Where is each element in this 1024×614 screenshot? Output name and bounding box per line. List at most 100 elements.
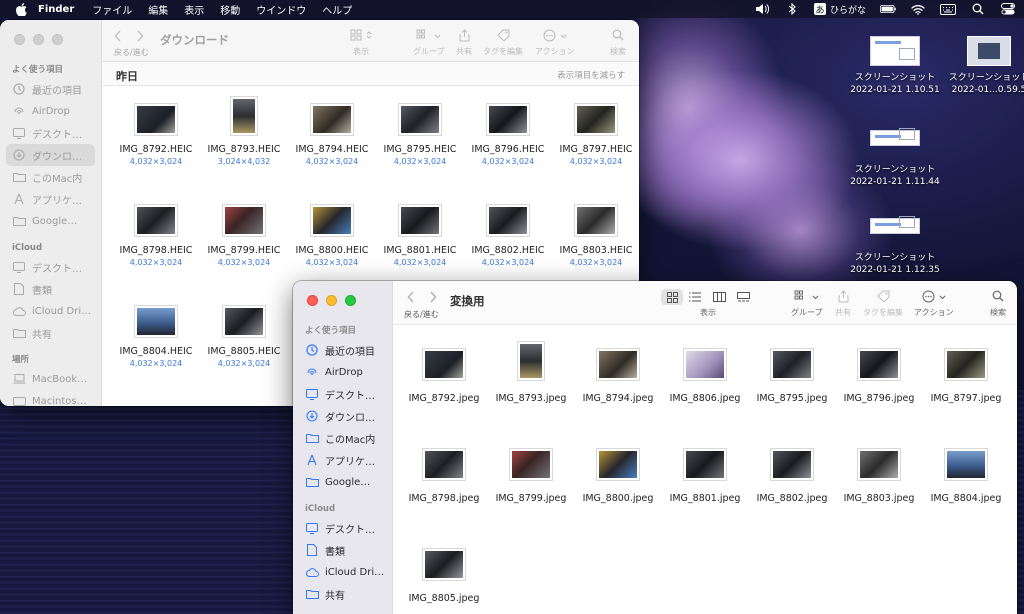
battery-icon[interactable] bbox=[880, 2, 896, 16]
sidebar-item-shared[interactable]: 共有 bbox=[293, 583, 392, 605]
file-item[interactable]: IMG_8806.jpeg bbox=[661, 337, 749, 404]
file-item[interactable]: IMG_8794.HEIC 4,032×3,024 bbox=[288, 96, 376, 166]
group-button[interactable]: グループ bbox=[791, 289, 823, 318]
zoom-button[interactable] bbox=[345, 295, 356, 306]
file-item[interactable]: IMG_8795.HEIC 4,032×3,024 bbox=[376, 96, 464, 166]
sidebar-item-macintosh-hd[interactable]: Macintos… bbox=[0, 390, 101, 406]
sidebar-item-applications[interactable]: アプリケ… bbox=[293, 449, 392, 471]
menu-edit[interactable]: 編集 bbox=[148, 2, 168, 17]
file-item[interactable]: IMG_8802.HEIC 4,032×3,024 bbox=[464, 197, 552, 267]
back-chevron-icon[interactable] bbox=[407, 291, 415, 306]
file-item[interactable]: IMG_8802.jpeg bbox=[748, 437, 836, 504]
file-item[interactable]: IMG_8805.HEIC 4,032×3,024 bbox=[200, 298, 288, 368]
group-button[interactable]: グループ bbox=[413, 28, 445, 57]
sidebar-item-recents[interactable]: 最近の項目 bbox=[0, 78, 101, 100]
input-method-menu[interactable]: あ ひらがな bbox=[813, 3, 866, 16]
sidebar-item-airdrop[interactable]: AirDrop bbox=[0, 100, 101, 122]
search-button[interactable]: 検索 bbox=[990, 289, 1006, 318]
apple-menu-icon[interactable] bbox=[14, 2, 28, 16]
file-item[interactable]: IMG_8798.HEIC 4,032×3,024 bbox=[112, 197, 200, 267]
sidebar-item-desktop[interactable]: デスクト… bbox=[293, 383, 392, 405]
file-item[interactable]: IMG_8799.HEIC 4,032×3,024 bbox=[200, 197, 288, 267]
file-item[interactable]: IMG_8796.HEIC 4,032×3,024 bbox=[464, 96, 552, 166]
volume-icon[interactable] bbox=[754, 2, 770, 16]
menu-file[interactable]: ファイル bbox=[92, 2, 132, 17]
back-chevron-icon[interactable] bbox=[114, 30, 122, 45]
share-button[interactable]: 共有 bbox=[835, 289, 851, 318]
file-item[interactable]: IMG_8797.jpeg bbox=[922, 337, 1010, 404]
sidebar-item-recents[interactable]: 最近の項目 bbox=[293, 339, 392, 361]
file-item[interactable]: IMG_8804.jpeg bbox=[922, 437, 1010, 504]
file-item[interactable]: IMG_8798.jpeg bbox=[400, 437, 488, 504]
file-item[interactable]: IMG_8793.jpeg bbox=[487, 337, 575, 404]
share-button[interactable]: 共有 bbox=[456, 28, 472, 57]
file-item[interactable]: IMG_8803.HEIC 4,032×3,024 bbox=[552, 197, 639, 267]
menu-view[interactable]: 表示 bbox=[184, 2, 204, 17]
menu-help[interactable]: ヘルプ bbox=[322, 2, 352, 17]
sidebar-item-icloud-desktop[interactable]: デスクト… bbox=[0, 256, 101, 278]
file-item[interactable]: IMG_8793.HEIC 3,024×4,032 bbox=[200, 96, 288, 166]
desktop-screenshot-2[interactable]: スクリーンショット 2022-01...0.59.5 bbox=[934, 36, 1024, 96]
sidebar-item-icloud-drive[interactable]: iCloud Dri… bbox=[293, 561, 392, 583]
view-switcher[interactable]: 表示 bbox=[661, 289, 755, 318]
minimize-button[interactable] bbox=[326, 295, 337, 306]
file-item[interactable]: IMG_8796.jpeg bbox=[835, 337, 923, 404]
action-button[interactable]: アクション bbox=[535, 28, 575, 57]
file-item[interactable]: IMG_8801.HEIC 4,032×3,024 bbox=[376, 197, 464, 267]
file-item[interactable]: IMG_8792.HEIC 4,032×3,024 bbox=[112, 96, 200, 166]
file-item[interactable]: IMG_8797.HEIC 4,032×3,024 bbox=[552, 96, 639, 166]
sidebar-item-this-mac[interactable]: このMac内 bbox=[0, 166, 101, 188]
sidebar-item-icloud-desktop[interactable]: デスクト… bbox=[293, 517, 392, 539]
desktop-screenshot-4[interactable]: スクリーンショット 2022-01-21 1.12.35 bbox=[840, 216, 950, 276]
sidebar-item-documents[interactable]: 書類 bbox=[293, 539, 392, 561]
sidebar-item-icloud-drive[interactable]: iCloud Dri… bbox=[0, 300, 101, 322]
view-toggle[interactable]: 表示 bbox=[350, 28, 372, 57]
minimize-button[interactable] bbox=[33, 34, 44, 45]
file-item[interactable]: IMG_8794.jpeg bbox=[574, 337, 662, 404]
sidebar-item-google[interactable]: Google… bbox=[0, 210, 101, 232]
column-view-icon[interactable] bbox=[707, 289, 731, 305]
forward-chevron-icon[interactable] bbox=[136, 30, 144, 45]
file-item[interactable]: IMG_8792.jpeg bbox=[400, 337, 488, 404]
file-item[interactable]: IMG_8795.jpeg bbox=[748, 337, 836, 404]
file-item[interactable]: IMG_8804.HEIC 4,032×3,024 bbox=[112, 298, 200, 368]
finder-window-convert[interactable]: よく使う項目 最近の項目 AirDrop デスクト… ダウンロ… このMac内 … bbox=[293, 281, 1017, 614]
file-item[interactable]: IMG_8800.jpeg bbox=[574, 437, 662, 504]
close-button[interactable] bbox=[307, 295, 318, 306]
file-item[interactable]: IMG_8805.jpeg bbox=[400, 537, 488, 604]
sidebar-item-google[interactable]: Google… bbox=[293, 471, 392, 493]
wifi-icon[interactable] bbox=[910, 2, 926, 16]
menu-go[interactable]: 移動 bbox=[220, 2, 240, 17]
desktop-screenshot-3[interactable]: スクリーンショット 2022-01-21 1.11.44 bbox=[840, 128, 950, 188]
spotlight-search-icon[interactable] bbox=[970, 2, 986, 16]
search-button[interactable]: 検索 bbox=[610, 28, 626, 57]
gallery-view-icon[interactable] bbox=[731, 289, 755, 305]
action-button[interactable]: アクション bbox=[914, 289, 954, 318]
file-item[interactable]: IMG_8799.jpeg bbox=[487, 437, 575, 504]
file-item[interactable]: IMG_8801.jpeg bbox=[661, 437, 749, 504]
sidebar-item-desktop[interactable]: デスクト… bbox=[0, 122, 101, 144]
sidebar-item-documents[interactable]: 書類 bbox=[0, 278, 101, 300]
control-center-icon[interactable] bbox=[1000, 2, 1016, 16]
tags-button[interactable]: タグを編集 bbox=[483, 28, 523, 57]
tags-button[interactable]: タグを編集 bbox=[863, 289, 903, 318]
sidebar-item-downloads[interactable]: ダウンロ… bbox=[293, 405, 392, 427]
keyboard-icon[interactable] bbox=[940, 2, 956, 16]
sidebar-item-this-mac[interactable]: このMac内 bbox=[293, 427, 392, 449]
sidebar-item-macbook[interactable]: MacBook… bbox=[0, 368, 101, 390]
menu-window[interactable]: ウインドウ bbox=[256, 2, 306, 17]
sidebar-item-airdrop[interactable]: AirDrop bbox=[293, 361, 392, 383]
file-item[interactable]: IMG_8803.jpeg bbox=[835, 437, 923, 504]
icon-view-icon[interactable] bbox=[661, 289, 683, 305]
list-view-icon[interactable] bbox=[683, 289, 707, 305]
sidebar-item-applications[interactable]: アプリケ… bbox=[0, 188, 101, 210]
bluetooth-icon[interactable] bbox=[784, 2, 800, 16]
forward-chevron-icon[interactable] bbox=[429, 291, 437, 306]
show-less-link[interactable]: 表示項目を減らす bbox=[557, 69, 625, 81]
zoom-button[interactable] bbox=[52, 34, 63, 45]
sidebar-item-downloads[interactable]: ダウンロ… bbox=[6, 144, 95, 166]
menu-app-name[interactable]: Finder bbox=[38, 4, 74, 15]
file-item[interactable]: IMG_8800.HEIC 4,032×3,024 bbox=[288, 197, 376, 267]
close-button[interactable] bbox=[14, 34, 25, 45]
sidebar-item-shared[interactable]: 共有 bbox=[0, 322, 101, 344]
